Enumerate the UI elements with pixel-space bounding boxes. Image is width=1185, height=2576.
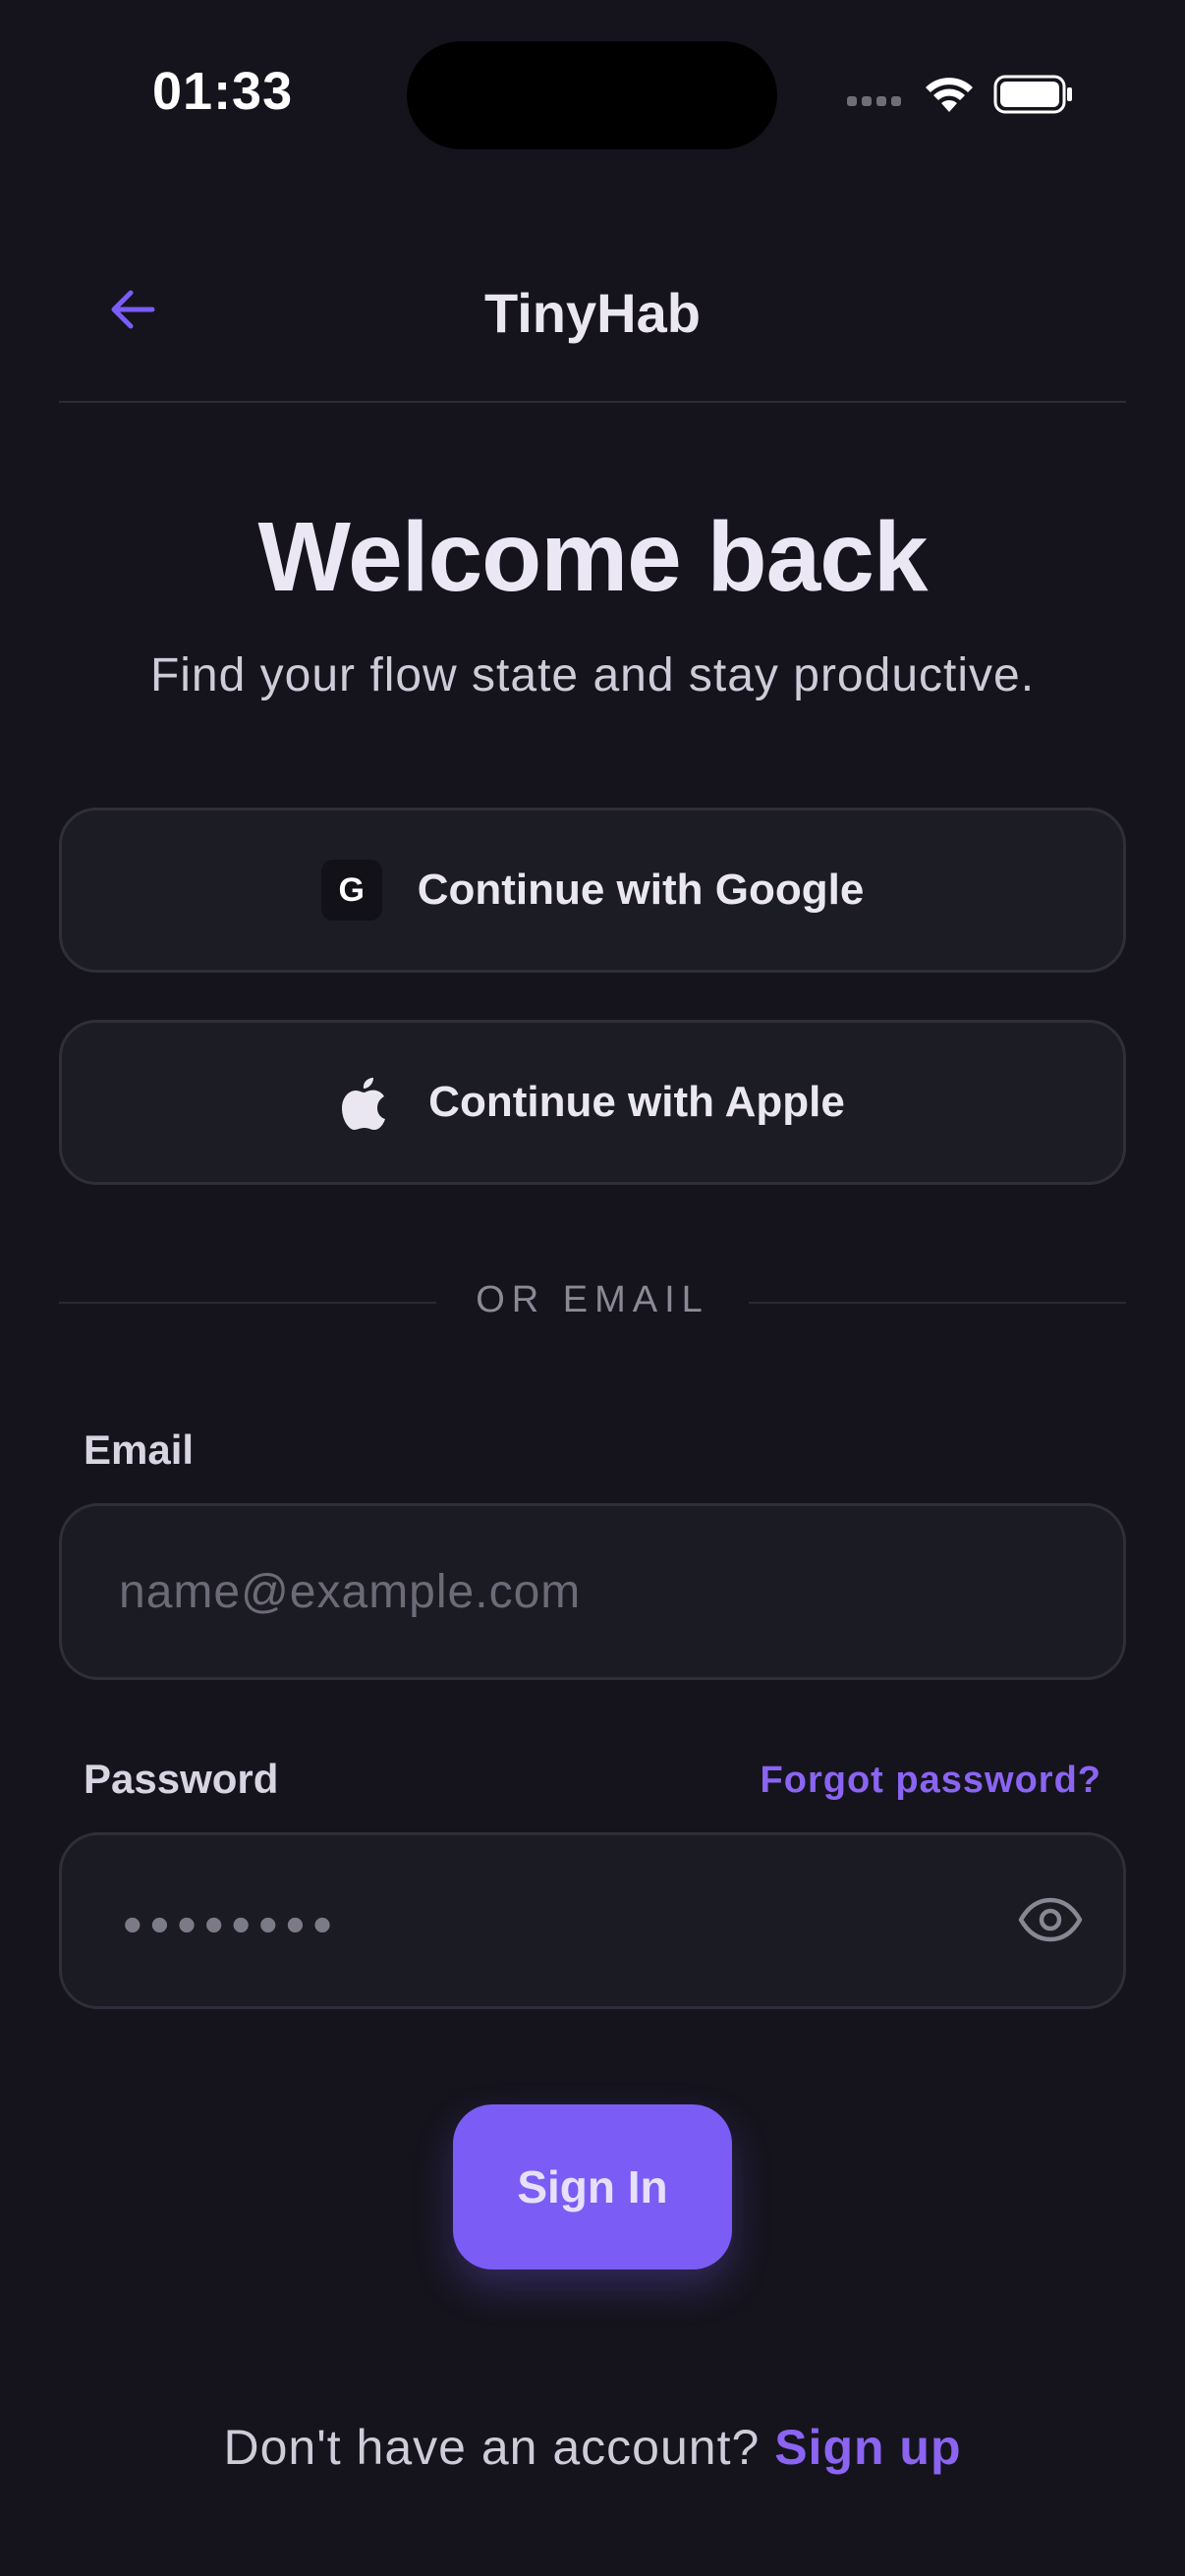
continue-with-google-button[interactable]: G Continue with Google (59, 808, 1126, 973)
or-divider: OR EMAIL (59, 1275, 1126, 1330)
status-time: 01:33 (152, 62, 294, 121)
status-icons (847, 69, 1074, 120)
email-field[interactable] (117, 1506, 1001, 1677)
forgot-password-link[interactable]: Forgot password? (761, 1760, 1101, 1802)
signup-row: Don't have an account? Sign up (0, 2419, 1185, 2476)
status-bar: 01:33 (0, 0, 1185, 187)
page-subtitle: Find your flow state and stay productive… (149, 649, 1036, 701)
battery-icon (993, 75, 1072, 114)
dynamic-island (407, 41, 777, 149)
app-header: TinyHab (59, 236, 1126, 403)
email-field-container (59, 1503, 1126, 1680)
email-label: Email (84, 1427, 195, 1473)
continue-with-apple-button[interactable]: Continue with Apple (59, 1020, 1126, 1185)
divider-line-right (749, 1302, 1126, 1304)
wifi-icon (926, 78, 973, 112)
page-title: Welcome back (257, 502, 929, 612)
sign-in-button[interactable]: Sign In (453, 2104, 732, 2269)
google-icon: G (320, 860, 382, 921)
apple-icon (342, 1078, 386, 1130)
app-title: TinyHab (484, 282, 701, 344)
password-field[interactable]: •••••••• (59, 1832, 1126, 2009)
eye-icon (1018, 1897, 1083, 1942)
show-password-toggle[interactable] (1011, 1880, 1090, 1959)
sign-up-link[interactable]: Sign up (774, 2420, 961, 2475)
password-label: Password (84, 1756, 279, 1802)
divider-label: OR EMAIL (476, 1279, 709, 1320)
password-masked-value: •••••••• (123, 1893, 340, 1955)
google-button-label: Continue with Google (417, 866, 865, 914)
apple-button-label: Continue with Apple (428, 1078, 845, 1126)
signal-icon (847, 96, 901, 106)
signup-prompt: Don't have an account? (223, 2420, 761, 2475)
